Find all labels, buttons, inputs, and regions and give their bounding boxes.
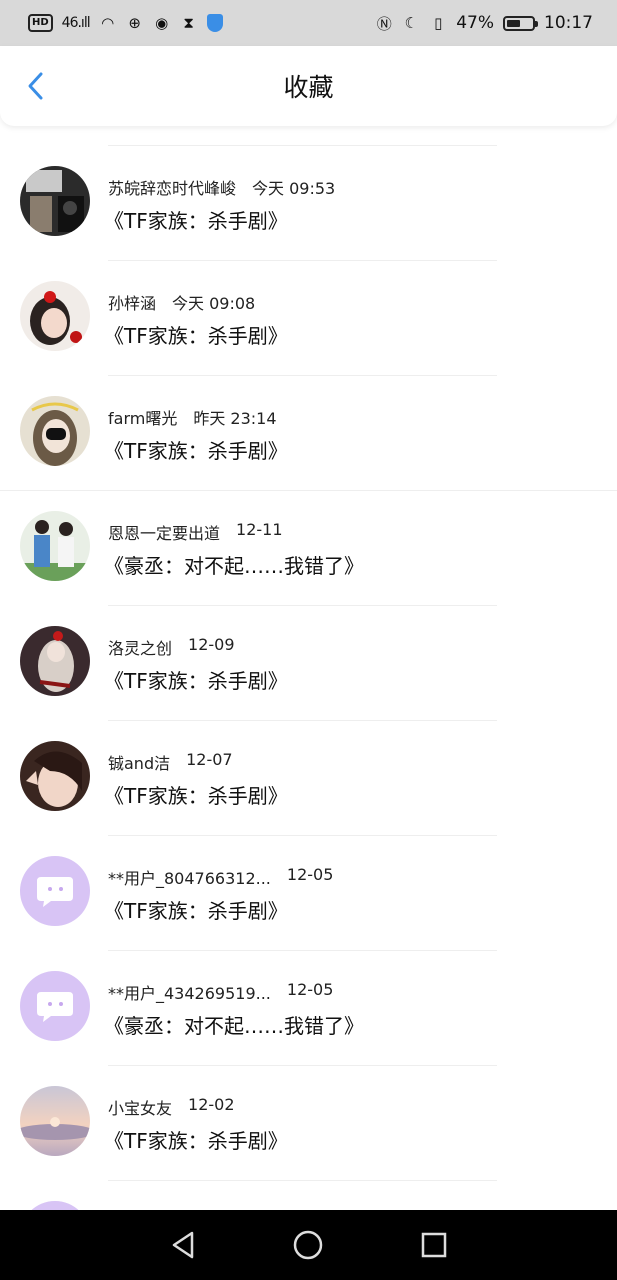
avatar[interactable] <box>20 511 90 581</box>
list-item[interactable]: 孙梓涵 今天 09:08 《TF家族：杀手剧》 <box>0 260 617 375</box>
item-meta: 洛灵之创 12-09 <box>108 635 235 659</box>
circle-home-icon <box>294 1230 323 1260</box>
wifi-icon: ◠ <box>101 14 115 32</box>
back-button[interactable] <box>20 70 52 102</box>
item-meta: **用户_804766312... 12-05 <box>108 865 333 889</box>
divider <box>108 375 497 376</box>
page-title: 收藏 <box>283 73 334 102</box>
nav-home-button[interactable] <box>288 1225 328 1265</box>
status-bar: HD 46.ıll ◠ ⊕ ◉ ⧗ Ⓝ ☾ ▯ 47% 10:17 <box>0 0 617 46</box>
data-saver-icon: ⊕ <box>128 14 141 32</box>
work-title[interactable]: 《TF家族：杀手剧》 <box>104 665 288 694</box>
list-item[interactable]: **用户_434269519... 12-05 《豪丞：对不起……我错了》 <box>0 950 617 1065</box>
item-meta: 孙梓涵 今天 09:08 <box>108 290 255 314</box>
username[interactable]: 恩恩一定要出道 <box>108 520 220 544</box>
timestamp: 12-05 <box>286 865 334 884</box>
status-right: Ⓝ ☾ ▯ 47% 10:17 <box>375 13 593 33</box>
nav-recents-button[interactable] <box>414 1225 454 1265</box>
timestamp: 12-07 <box>186 750 233 769</box>
list-item[interactable]: 铖and洁 12-07 《TF家族：杀手剧》 <box>0 720 617 835</box>
list-item[interactable]: 小宝女友 12-02 《TF家族：杀手剧》 <box>0 1065 617 1180</box>
shield-icon <box>206 14 223 32</box>
timestamp: 12-02 <box>188 1095 235 1114</box>
divider <box>0 490 617 491</box>
item-meta: farm曙光 昨天 23:14 <box>108 405 277 429</box>
list-item[interactable]: **用户_804766312... 12-05 《TF家族：杀手剧》 <box>0 835 617 950</box>
clock: 10:17 <box>544 13 593 33</box>
avatar[interactable] <box>20 166 90 236</box>
work-title[interactable]: 《TF家族：杀手剧》 <box>104 1125 288 1154</box>
divider <box>108 260 497 261</box>
item-meta: 小宝女友 12-02 <box>108 1095 235 1119</box>
username[interactable]: 小宝女友 <box>108 1095 172 1119</box>
nfc-icon: Ⓝ <box>376 14 392 33</box>
avatar[interactable] <box>20 626 90 696</box>
username[interactable]: 洛灵之创 <box>108 635 172 659</box>
timestamp: 昨天 23:14 <box>193 409 277 428</box>
divider <box>108 950 497 951</box>
item-meta: 铖and洁 12-07 <box>108 750 233 774</box>
square-recents-icon <box>421 1232 447 1258</box>
divider <box>108 605 497 606</box>
list-item[interactable]: 苏皖辞恋时代峰峻 今天 09:53 《TF家族：杀手剧》 <box>0 145 617 260</box>
system-nav-bar <box>0 1210 617 1280</box>
work-title[interactable]: 《豪丞：对不起……我错了》 <box>104 1010 364 1039</box>
username[interactable]: 孙梓涵 <box>108 290 156 314</box>
avatar[interactable] <box>20 281 90 351</box>
work-title[interactable]: 《TF家族：杀手剧》 <box>104 205 288 234</box>
signal-icon: 46.ıll <box>61 15 91 31</box>
list-item[interactable]: 洛灵之创 12-09 《TF家族：杀手剧》 <box>0 605 617 720</box>
work-title[interactable]: 《豪丞：对不起……我错了》 <box>104 550 364 579</box>
battery-percent: 47% <box>456 13 494 33</box>
work-title[interactable]: 《TF家族：杀手剧》 <box>104 320 288 349</box>
default-avatar <box>20 971 90 1041</box>
username[interactable]: farm曙光 <box>108 405 177 429</box>
item-meta: 恩恩一定要出道 12-11 <box>108 520 283 544</box>
triangle-back-icon <box>172 1231 194 1259</box>
chat-bubble-icon <box>37 992 73 1022</box>
username[interactable]: 铖and洁 <box>108 750 170 774</box>
timestamp: 今天 09:53 <box>252 179 336 198</box>
timestamp: 今天 09:08 <box>172 294 256 313</box>
battery-icon <box>503 15 538 31</box>
timestamp: 12-11 <box>236 520 283 539</box>
default-avatar <box>20 856 90 926</box>
chevron-left-icon <box>28 72 43 100</box>
list-item[interactable]: 恩恩一定要出道 12-11 《豪丞：对不起……我错了》 <box>0 490 617 605</box>
work-title[interactable]: 《TF家族：杀手剧》 <box>104 895 288 924</box>
item-meta: **用户_434269519... 12-05 <box>108 980 333 1004</box>
divider <box>108 145 497 146</box>
timestamp: 12-09 <box>188 635 235 654</box>
divider <box>108 1065 497 1066</box>
timestamp: 12-05 <box>286 980 334 999</box>
username[interactable]: **用户_804766312... <box>108 865 271 889</box>
chat-bubble-icon <box>37 877 73 907</box>
hourglass-icon: ⧗ <box>183 14 194 32</box>
nav-back-button[interactable] <box>163 1225 203 1265</box>
hd-indicator: HD <box>28 14 53 32</box>
list-item[interactable]: farm曙光 昨天 23:14 《TF家族：杀手剧》 <box>0 375 617 490</box>
favorites-list: 苏皖辞恋时代峰峻 今天 09:53 《TF家族：杀手剧》 孙梓涵 今天 09:0… <box>0 145 617 1271</box>
item-meta: 苏皖辞恋时代峰峻 今天 09:53 <box>108 175 335 199</box>
divider <box>108 1180 497 1181</box>
work-title[interactable]: 《TF家族：杀手剧》 <box>104 780 288 809</box>
eye-icon: ◉ <box>155 14 169 32</box>
status-left: HD 46.ıll ◠ ⊕ ◉ ⧗ <box>28 14 223 32</box>
work-title[interactable]: 《TF家族：杀手剧》 <box>104 435 288 464</box>
avatar[interactable] <box>20 1086 90 1156</box>
username[interactable]: 苏皖辞恋时代峰峻 <box>108 175 236 199</box>
avatar[interactable] <box>20 741 90 811</box>
moon-icon: ☾ <box>404 14 418 32</box>
avatar[interactable] <box>20 396 90 466</box>
divider <box>108 720 497 721</box>
username[interactable]: **用户_434269519... <box>108 980 271 1004</box>
app-header: 收藏 <box>0 46 617 126</box>
avatar[interactable] <box>20 856 90 926</box>
vibrate-icon: ▯ <box>434 14 443 32</box>
divider <box>108 835 497 836</box>
avatar[interactable] <box>20 971 90 1041</box>
